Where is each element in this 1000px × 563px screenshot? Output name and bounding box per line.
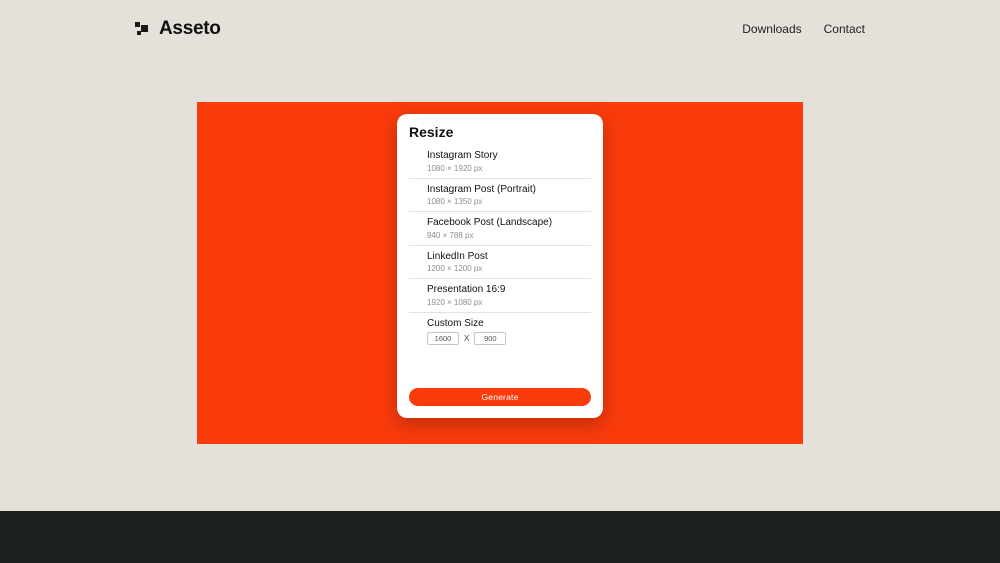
preset-label: Presentation 16:9 xyxy=(427,284,591,297)
custom-height-input[interactable] xyxy=(474,332,506,345)
nav-downloads[interactable]: Downloads xyxy=(742,22,801,36)
card-title: Resize xyxy=(409,124,591,140)
preset-instagram-story[interactable]: Instagram Story 1080 × 1920 px xyxy=(409,148,591,179)
preset-label: Instagram Story xyxy=(427,150,591,163)
preset-list: Instagram Story 1080 × 1920 px Instagram… xyxy=(409,148,591,388)
brand[interactable]: Asseto xyxy=(135,18,221,40)
footer-strip xyxy=(0,511,1000,563)
custom-width-input[interactable] xyxy=(427,332,459,345)
preset-label: Instagram Post (Portrait) xyxy=(427,184,591,197)
preset-label: LinkedIn Post xyxy=(427,251,591,264)
dimension-separator: X xyxy=(464,334,469,343)
generate-button[interactable]: Generate xyxy=(409,388,591,406)
resize-card: Resize Instagram Story 1080 × 1920 px In… xyxy=(397,114,603,418)
preset-dims: 1080 × 1920 px xyxy=(427,164,591,173)
brand-name: Asseto xyxy=(159,18,221,40)
preset-presentation[interactable]: Presentation 16:9 1920 × 1080 px xyxy=(409,279,591,313)
preview-stage: Resize Instagram Story 1080 × 1920 px In… xyxy=(197,102,803,444)
preset-facebook-post[interactable]: Facebook Post (Landscape) 940 × 788 px xyxy=(409,212,591,246)
preset-dims: 1080 × 1350 px xyxy=(427,197,591,206)
preset-dims: 940 × 788 px xyxy=(427,231,591,240)
preset-label: Facebook Post (Landscape) xyxy=(427,217,591,230)
preset-dims: 1200 × 1200 px xyxy=(427,264,591,273)
preset-linkedin-post[interactable]: LinkedIn Post 1200 × 1200 px xyxy=(409,246,591,280)
preset-instagram-post[interactable]: Instagram Post (Portrait) 1080 × 1350 px xyxy=(409,179,591,213)
brand-logo-icon xyxy=(135,22,153,36)
custom-size-block: Custom Size X xyxy=(409,313,591,353)
preset-dims: 1920 × 1080 px xyxy=(427,298,591,307)
nav-links: Downloads Contact xyxy=(742,22,865,36)
topbar: Asseto Downloads Contact xyxy=(0,0,1000,40)
custom-size-label: Custom Size xyxy=(427,318,591,329)
nav-contact[interactable]: Contact xyxy=(824,22,865,36)
